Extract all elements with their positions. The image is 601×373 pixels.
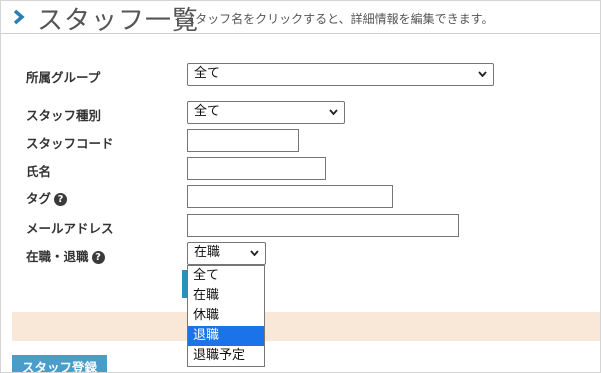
chevron-down-icon (478, 71, 487, 77)
name-label: 氏名 (26, 164, 52, 179)
tag-input[interactable] (187, 185, 393, 208)
staff-type-select[interactable]: 全て (187, 101, 345, 124)
group-select[interactable]: 全て (187, 63, 494, 86)
status-option[interactable]: 全て (188, 266, 264, 286)
employment-status-label-text: 在職・退職 (26, 249, 89, 264)
tag-label: タグ? (26, 188, 68, 207)
email-input[interactable] (187, 214, 459, 237)
staff-type-label: スタッフ種別 (26, 108, 102, 123)
staff-type-value: 全て (194, 104, 221, 119)
tag-label-text: タグ (26, 191, 52, 206)
register-staff-button[interactable]: スタッフ登録 (12, 355, 107, 372)
page-subtitle: - スタッフ名をクリックすると、詳細情報を編集できます。 (175, 12, 494, 26)
status-option[interactable]: 退職予定 (188, 346, 264, 366)
help-icon[interactable]: ? (91, 251, 105, 264)
chevron-right-icon (13, 9, 25, 25)
results-header-band (12, 312, 600, 341)
page-frame: スタッフ一覧 - スタッフ名をクリックすると、詳細情報を編集できます。 所属グル… (0, 0, 601, 373)
staff-code-input[interactable] (187, 129, 299, 152)
employment-status-value: 在職 (194, 245, 221, 260)
chevron-down-icon (250, 250, 259, 256)
employment-status-select[interactable]: 在職 (187, 242, 266, 265)
help-icon[interactable]: ? (54, 193, 68, 206)
name-input[interactable] (187, 157, 326, 180)
staff-code-label: スタッフコード (26, 136, 114, 151)
status-option[interactable]: 休職 (188, 306, 264, 326)
group-label: 所属グループ (26, 70, 101, 85)
chevron-down-icon (329, 109, 338, 115)
email-label: メールアドレス (26, 221, 114, 236)
group-select-value: 全て (194, 66, 221, 81)
status-option-highlighted[interactable]: 退職 (188, 326, 264, 346)
page-header: スタッフ一覧 - スタッフ名をクリックすると、詳細情報を編集できます。 (1, 1, 600, 36)
employment-status-dropdown[interactable]: 全て 在職 休職 退職 退職予定 (187, 265, 265, 367)
employment-status-label: 在職・退職? (26, 246, 105, 265)
status-option[interactable]: 在職 (188, 286, 264, 306)
